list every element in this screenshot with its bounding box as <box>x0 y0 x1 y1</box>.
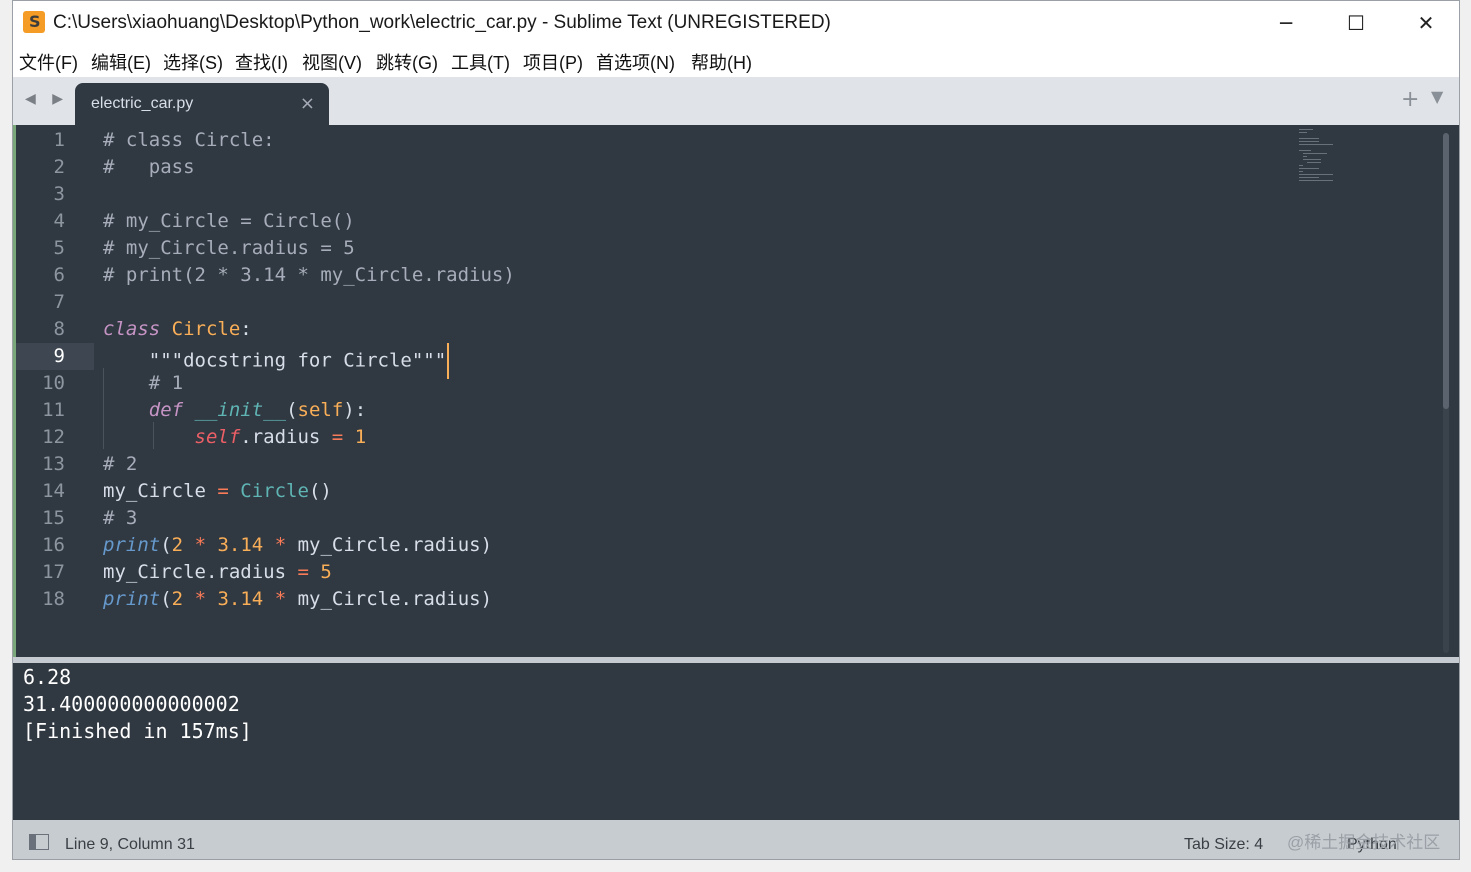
tab-bar: ◀ ▶ electric_car.py × + ▼ <box>13 77 1459 125</box>
line-number: 6 <box>53 264 65 286</box>
tab-menu-icon[interactable]: ▼ <box>1431 87 1443 106</box>
maximize-button[interactable]: ☐ <box>1333 7 1379 39</box>
window-title: C:\Users\xiaohuang\Desktop\Python_work\e… <box>53 12 831 33</box>
new-tab-icon[interactable]: + <box>1401 87 1419 112</box>
code-line: 6 # print(2 * 3.14 * my_Circle.radius) <box>13 262 1459 289</box>
line-number: 9 <box>53 345 65 367</box>
code-editor[interactable]: 1 # class Circle: 2 # pass 3 4 # my_Circ… <box>13 125 1459 657</box>
cursor-position[interactable]: Line 9, Column 31 <box>65 836 195 854</box>
code-text: self.radius = 1 <box>194 426 367 448</box>
tab-electric-car[interactable]: electric_car.py × <box>75 83 329 125</box>
scrollbar-thumb[interactable] <box>1443 133 1449 409</box>
code-text: # pass <box>103 156 195 178</box>
tab-size[interactable]: Tab Size: 4 <box>1184 836 1263 854</box>
status-bar: Line 9, Column 31 Tab Size: 4 Python @稀土… <box>13 820 1459 859</box>
sublime-app-icon <box>23 11 45 33</box>
code-text: # print(2 * 3.14 * my_Circle.radius) <box>103 264 515 286</box>
menu-file[interactable]: 文件(F) <box>19 49 78 75</box>
code-line: 1 # class Circle: <box>13 127 1459 154</box>
line-number: 16 <box>42 534 65 556</box>
code-text: # my_Circle.radius = 5 <box>103 237 355 259</box>
code-line: 15 # 3 <box>13 505 1459 532</box>
close-window-button[interactable]: ✕ <box>1403 7 1449 39</box>
code-text: # 1 <box>103 372 184 394</box>
code-text: my_Circle.radius = 5 <box>103 561 332 583</box>
output-line: [Finished in 157ms] <box>23 719 252 743</box>
code-line: 2 # pass <box>13 154 1459 181</box>
title-bar: C:\Users\xiaohuang\Desktop\Python_work\e… <box>13 1 1459 45</box>
line-number: 8 <box>53 318 65 340</box>
code-text: class Circle: <box>103 318 252 340</box>
line-number: 15 <box>42 507 65 529</box>
menu-preferences[interactable]: 首选项(N) <box>596 49 675 75</box>
menu-project[interactable]: 项目(P) <box>523 49 583 75</box>
code-line: 12 self.radius = 1 <box>13 424 1459 451</box>
menu-edit[interactable]: 编辑(E) <box>91 49 151 75</box>
code-line: 3 <box>13 181 1459 208</box>
line-number: 17 <box>42 561 65 583</box>
line-number: 13 <box>42 453 65 475</box>
code-line: 7 <box>13 289 1459 316</box>
menu-help[interactable]: 帮助(H) <box>691 49 752 75</box>
menu-bar: 文件(F) 编辑(E) 选择(S) 查找(I) 视图(V) 跳转(G) 工具(T… <box>13 45 1459 77</box>
code-line: 8 class Circle: <box>13 316 1459 343</box>
line-number: 12 <box>42 426 65 448</box>
tab-nav-arrows-icon[interactable]: ◀ ▶ <box>25 91 69 107</box>
menu-goto[interactable]: 跳转(G) <box>376 49 438 75</box>
line-number: 10 <box>42 372 65 394</box>
code-text: def __init__(self): <box>148 399 367 421</box>
code-line: 4 # my_Circle = Circle() <box>13 208 1459 235</box>
tab-label: electric_car.py <box>91 95 194 112</box>
line-number: 14 <box>42 480 65 502</box>
output-line: 31.400000000000002 <box>23 692 240 716</box>
line-number: 11 <box>42 399 65 421</box>
code-text: # 3 <box>103 507 138 529</box>
menu-view[interactable]: 视图(V) <box>302 49 362 75</box>
line-number: 7 <box>53 291 65 313</box>
sublime-window: C:\Users\xiaohuang\Desktop\Python_work\e… <box>12 0 1460 860</box>
code-line: 10 # 1 <box>13 370 1459 397</box>
menu-selection[interactable]: 选择(S) <box>163 49 223 75</box>
tab-close-icon[interactable]: × <box>300 93 315 114</box>
code-line: 17 my_Circle.radius = 5 <box>13 559 1459 586</box>
code-line: 5 # my_Circle.radius = 5 <box>13 235 1459 262</box>
code-text: # class Circle: <box>103 129 275 151</box>
editor-scrollbar[interactable] <box>1443 133 1449 653</box>
code-line-active: 9 """docstring for Circle""" <box>13 343 1459 379</box>
code-line: 18 print(2 * 3.14 * my_Circle.radius) <box>13 586 1459 613</box>
line-number: 4 <box>53 210 65 232</box>
line-number: 3 <box>53 183 65 205</box>
code-text: my_Circle = Circle() <box>103 480 332 502</box>
line-number: 5 <box>53 237 65 259</box>
code-text: # my_Circle = Circle() <box>103 210 355 232</box>
code-line: 13 # 2 <box>13 451 1459 478</box>
code-line: 16 print(2 * 3.14 * my_Circle.radius) <box>13 532 1459 559</box>
minimap[interactable] <box>1299 129 1353 185</box>
output-line: 6.28 <box>23 665 72 689</box>
minimize-button[interactable]: ─ <box>1263 7 1309 39</box>
code-text: print(2 * 3.14 * my_Circle.radius) <box>103 534 493 556</box>
code-line: 11 def __init__(self): <box>13 397 1459 424</box>
panel-toggle-icon[interactable] <box>29 834 49 850</box>
menu-find[interactable]: 查找(I) <box>235 49 288 75</box>
code-line: 14 my_Circle = Circle() <box>13 478 1459 505</box>
watermark: @稀土掘金技术社区 <box>1287 833 1441 852</box>
line-number: 2 <box>53 156 65 178</box>
line-number: 18 <box>42 588 65 610</box>
code-text: print(2 * 3.14 * my_Circle.radius) <box>103 588 493 610</box>
build-output-panel: 6.28 31.400000000000002 [Finished in 157… <box>13 663 1459 820</box>
line-number: 1 <box>53 129 65 151</box>
code-text: # 2 <box>103 453 138 475</box>
menu-tools[interactable]: 工具(T) <box>451 49 510 75</box>
